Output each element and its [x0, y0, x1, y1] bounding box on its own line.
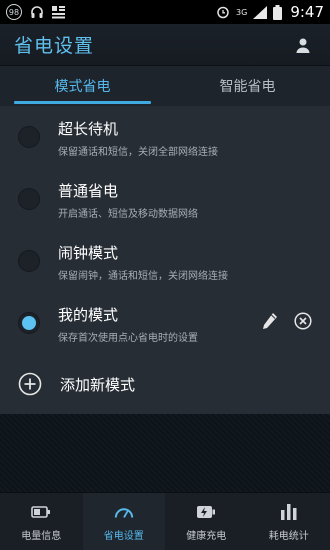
list-item-normal-saving[interactable]: 普通省电 开启通话、短信及移动数据网络	[0, 168, 330, 230]
nav-item-power-settings[interactable]: 省电设置	[82, 493, 165, 550]
add-mode-button[interactable]: 添加新模式	[0, 354, 330, 414]
list-item-alarm-mode[interactable]: 闹钟模式 保留闹钟，通话和短信，关闭网络连接	[0, 230, 330, 292]
mode-radio[interactable]	[18, 126, 40, 148]
mode-description: 保留通话和短信，关闭全部网络连接	[58, 147, 218, 158]
mode-description: 保存首次使用点心省电时的设置	[58, 333, 198, 344]
mode-title: 普通省电	[58, 182, 119, 200]
alarm-icon	[217, 6, 229, 19]
charging-icon	[197, 505, 216, 518]
page-title: 省电设置	[14, 35, 95, 57]
mode-radio-selected[interactable]	[18, 312, 40, 334]
grid-icon	[52, 5, 65, 18]
mode-description: 保留闹钟，通话和短信，关闭网络连接	[58, 271, 228, 282]
signal-icon	[253, 5, 268, 19]
nav-label: 电量信息	[21, 530, 62, 542]
bar-chart-icon	[280, 503, 297, 520]
list-item-my-mode[interactable]: 我的模式 保存首次使用点心省电时的设置	[0, 292, 330, 354]
mode-title: 闹钟模式	[58, 244, 119, 262]
app-header: 省电设置	[0, 24, 330, 66]
mode-radio[interactable]	[18, 188, 40, 210]
add-mode-label: 添加新模式	[60, 376, 136, 394]
add-circle-icon	[18, 372, 42, 396]
notification-badge: 98	[6, 4, 22, 20]
user-icon	[296, 38, 310, 53]
nav-item-power-stats[interactable]: 耗电统计	[248, 493, 330, 550]
nav-label: 耗电统计	[268, 530, 309, 542]
headphones-icon	[31, 6, 43, 18]
nav-item-healthy-charging[interactable]: 健康充电	[165, 493, 248, 550]
bottom-nav: 电量信息 省电设置 健康充电 耗电统计	[0, 492, 330, 550]
mode-description: 开启通话、短信及移动数据网络	[58, 209, 198, 220]
speedometer-icon	[114, 507, 133, 518]
background-texture	[0, 414, 330, 492]
list-item-ultra-standby[interactable]: 超长待机 保留通话和短信，关闭全部网络连接	[0, 106, 330, 168]
battery-status-icon	[273, 4, 283, 20]
network-label: 3G	[236, 7, 248, 17]
mode-radio[interactable]	[18, 250, 40, 272]
mode-title: 超长待机	[58, 120, 119, 138]
mode-title: 我的模式	[58, 306, 119, 324]
nav-label: 健康充电	[186, 530, 227, 542]
edit-pencil-icon[interactable]	[262, 312, 278, 330]
status-bar: 98 3G 9:47	[0, 0, 330, 24]
mode-list: 超长待机 保留通话和短信，关闭全部网络连接 普通省电 开启通话、短信及移动数据网…	[0, 106, 330, 414]
battery-icon	[31, 505, 51, 518]
user-button[interactable]	[290, 32, 316, 58]
tab-smart-saving[interactable]: 智能省电	[165, 66, 330, 106]
delete-circle-icon[interactable]	[294, 312, 312, 330]
clock-time: 9:47	[290, 3, 324, 21]
mode-tabs: 模式省电 智能省电	[0, 66, 330, 106]
nav-label: 省电设置	[103, 530, 144, 542]
tab-mode-saving[interactable]: 模式省电	[0, 66, 165, 106]
nav-item-battery-info[interactable]: 电量信息	[0, 493, 83, 550]
